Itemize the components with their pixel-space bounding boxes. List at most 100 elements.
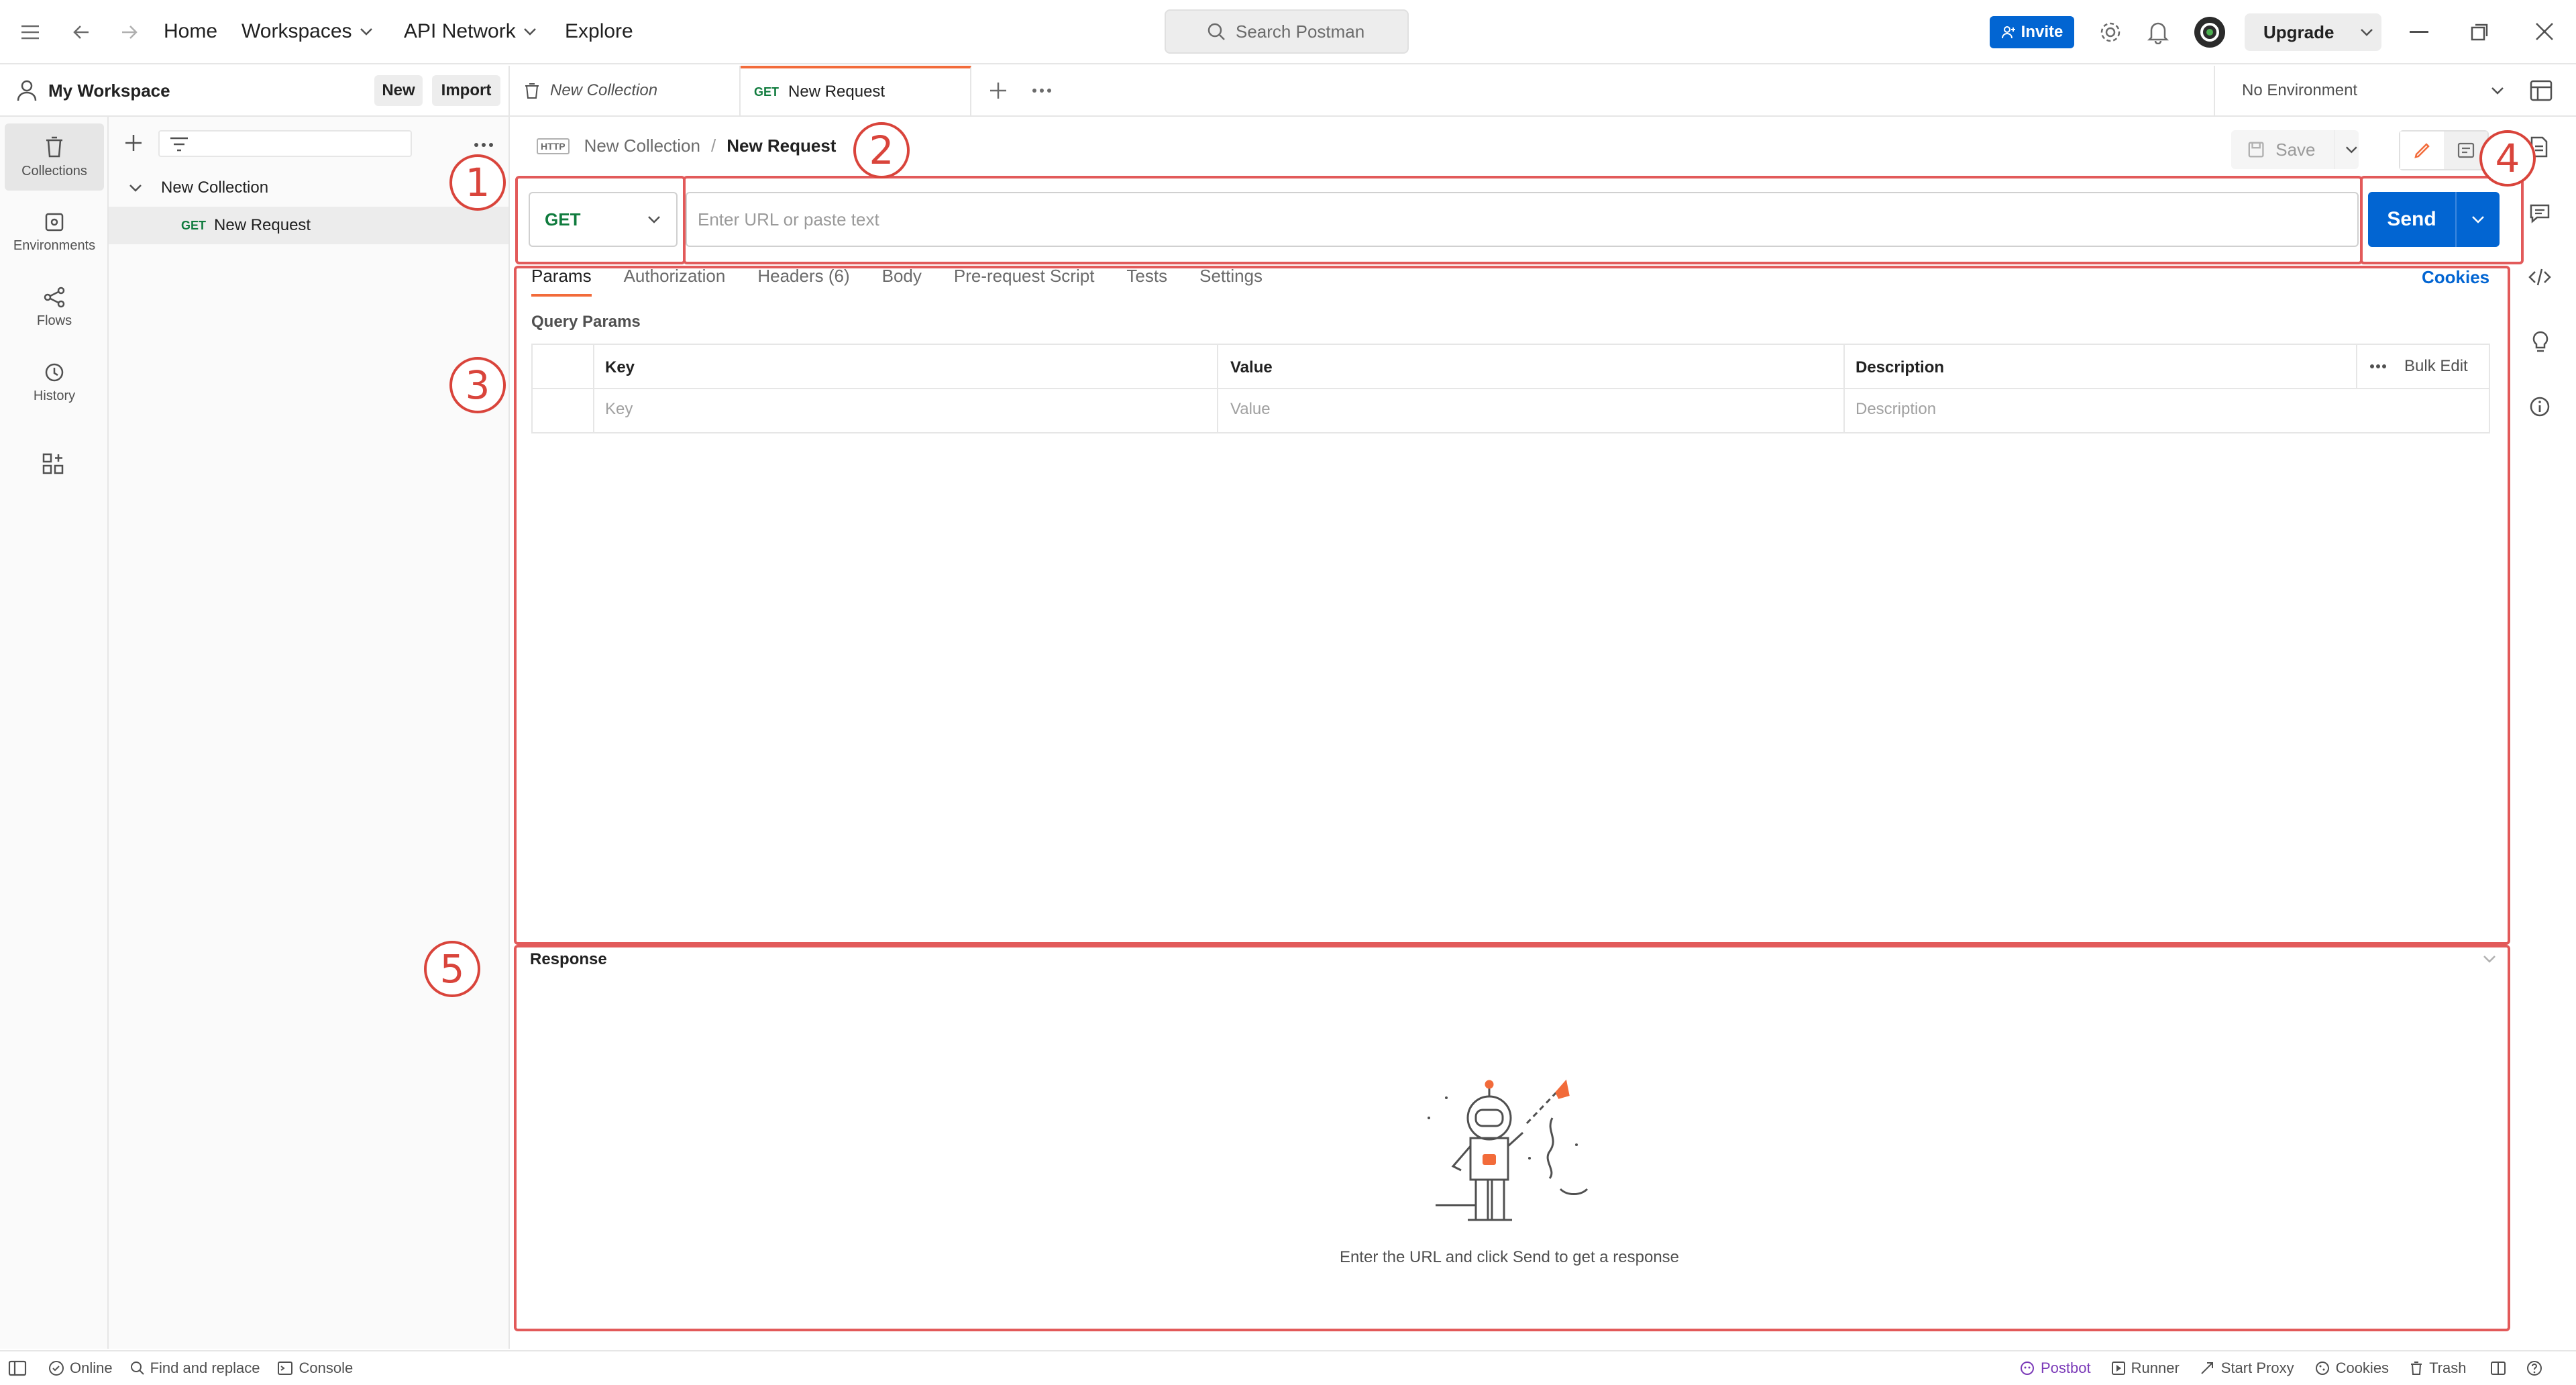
- postbot-icon: [2021, 1362, 2034, 1375]
- online-check-icon: [49, 1361, 64, 1376]
- nav-home[interactable]: Home: [164, 20, 217, 43]
- menu-icon[interactable]: [20, 23, 40, 42]
- configure-sidebar-icon[interactable]: [42, 452, 64, 475]
- environment-select[interactable]: No Environment: [2214, 66, 2532, 115]
- rail-label: Flows: [36, 313, 72, 328]
- status-online[interactable]: Online: [48, 1360, 113, 1377]
- minimize-icon[interactable]: [2410, 31, 2428, 33]
- trash[interactable]: Trash: [2409, 1360, 2466, 1377]
- tree-request[interactable]: GET New Request: [109, 207, 508, 244]
- tree-collection-name: New Collection: [161, 178, 269, 197]
- runner[interactable]: Runner: [2111, 1360, 2180, 1377]
- lightbulb-icon[interactable]: [2530, 330, 2551, 354]
- left-rail: Collections Environments Flows History: [0, 117, 109, 1349]
- layout-icon[interactable]: [2490, 1361, 2506, 1376]
- back-arrow-icon[interactable]: [71, 21, 93, 43]
- console-label: Console: [299, 1360, 354, 1376]
- annotation-box-4: [2360, 176, 2524, 264]
- invite-button[interactable]: Invite: [1990, 16, 2074, 48]
- new-tab-icon[interactable]: [971, 66, 1025, 115]
- rail-label: Collections: [21, 163, 87, 178]
- bell-icon[interactable]: [2147, 20, 2169, 44]
- tab-label: New Request: [788, 83, 885, 101]
- view-mode-toggle[interactable]: [2399, 130, 2489, 170]
- annotation-box-2: [683, 176, 2363, 264]
- runner-icon: [2111, 1362, 2125, 1375]
- search-bar[interactable]: Search Postman: [1165, 9, 1409, 54]
- rail-item-environments[interactable]: Environments: [5, 199, 104, 266]
- comments-icon[interactable]: [2529, 203, 2551, 224]
- environment-icon: [45, 213, 64, 231]
- tabs-row: New Collection GET New Request No Enviro…: [510, 66, 2576, 117]
- nav-workspaces-label: Workspaces: [241, 20, 352, 42]
- rail-item-collections[interactable]: Collections: [5, 123, 104, 191]
- search-placeholder: Search Postman: [1236, 21, 1365, 42]
- breadcrumb-collection[interactable]: New Collection: [584, 136, 700, 156]
- annotation-number-4: 4: [2479, 130, 2536, 187]
- upgrade-button[interactable]: Upgrade: [2245, 13, 2381, 51]
- tab-label: New Collection: [550, 81, 658, 99]
- workspace-header: My Workspace New Import: [0, 66, 510, 117]
- save-label: Save: [2275, 139, 2316, 160]
- toggle-sidebar-icon[interactable]: [8, 1360, 27, 1376]
- history-icon: [45, 363, 64, 381]
- forward-arrow-icon[interactable]: [118, 21, 140, 43]
- postbot[interactable]: Postbot: [2019, 1360, 2091, 1377]
- more-options-icon[interactable]: [474, 142, 494, 148]
- console[interactable]: Console: [277, 1360, 353, 1377]
- postbot-label: Postbot: [2041, 1360, 2091, 1376]
- rail-item-flows[interactable]: Flows: [5, 274, 104, 341]
- http-badge: HTTP: [537, 138, 570, 154]
- trash-can-icon: [46, 136, 62, 157]
- nav-explore[interactable]: Explore: [565, 20, 633, 43]
- import-button[interactable]: Import: [432, 75, 500, 106]
- find-and-replace[interactable]: Find and replace: [130, 1360, 260, 1377]
- info-icon[interactable]: [2529, 396, 2551, 417]
- status-online-label: Online: [70, 1360, 113, 1376]
- environment-quick-look-icon[interactable]: [2529, 79, 2553, 102]
- chevron-down-icon: [2361, 29, 2373, 36]
- close-window-icon[interactable]: [2534, 21, 2555, 42]
- tab-new-collection[interactable]: New Collection: [510, 66, 741, 115]
- filter-icon: [170, 137, 188, 152]
- annotation-number-3: 3: [449, 357, 506, 413]
- proxy-icon: [2201, 1362, 2213, 1374]
- search-icon: [1208, 23, 1225, 40]
- start-proxy[interactable]: Start Proxy: [2200, 1360, 2294, 1377]
- avatar[interactable]: [2194, 16, 2226, 48]
- status-bar: Online Find and replace Console Postbot …: [0, 1350, 2576, 1385]
- settings-gear-icon[interactable]: [2098, 20, 2123, 44]
- new-button[interactable]: New: [374, 75, 423, 106]
- cookies-status[interactable]: Cookies: [2314, 1360, 2389, 1377]
- restore-icon[interactable]: [2470, 23, 2489, 42]
- add-collection-icon[interactable]: [123, 133, 144, 153]
- annotation-number-1: 1: [449, 154, 506, 211]
- nav-workspaces[interactable]: Workspaces: [241, 20, 374, 43]
- chevron-down-icon: [523, 28, 536, 36]
- nav-api-network[interactable]: API Network: [404, 20, 537, 43]
- annotation-box-1: [515, 176, 686, 264]
- start-proxy-label: Start Proxy: [2220, 1360, 2294, 1376]
- edit-pencil-icon[interactable]: [2400, 132, 2444, 169]
- rail-item-history[interactable]: History: [5, 349, 104, 416]
- breadcrumb-separator: /: [710, 136, 716, 156]
- annotation-box-3: [514, 266, 2510, 945]
- help-icon[interactable]: [2526, 1360, 2542, 1376]
- breadcrumb-request[interactable]: New Request: [727, 136, 836, 156]
- cookie-icon: [2315, 1362, 2329, 1375]
- save-button[interactable]: Save: [2231, 130, 2359, 169]
- annotation-number-2: 2: [853, 122, 910, 178]
- nav-api-network-label: API Network: [404, 20, 516, 42]
- console-icon: [278, 1362, 293, 1375]
- tree-request-method: GET: [181, 218, 207, 232]
- search-icon: [130, 1362, 144, 1375]
- trash-label: Trash: [2429, 1360, 2467, 1376]
- code-icon[interactable]: [2528, 267, 2552, 287]
- rail-label: History: [33, 388, 76, 403]
- filter-input[interactable]: [158, 130, 412, 157]
- tab-options-icon[interactable]: [1025, 66, 1059, 115]
- invite-label: Invite: [2021, 23, 2063, 41]
- tab-new-request[interactable]: GET New Request: [741, 66, 971, 115]
- tree-collection[interactable]: New Collection: [129, 178, 268, 197]
- add-user-icon: [2001, 26, 2015, 39]
